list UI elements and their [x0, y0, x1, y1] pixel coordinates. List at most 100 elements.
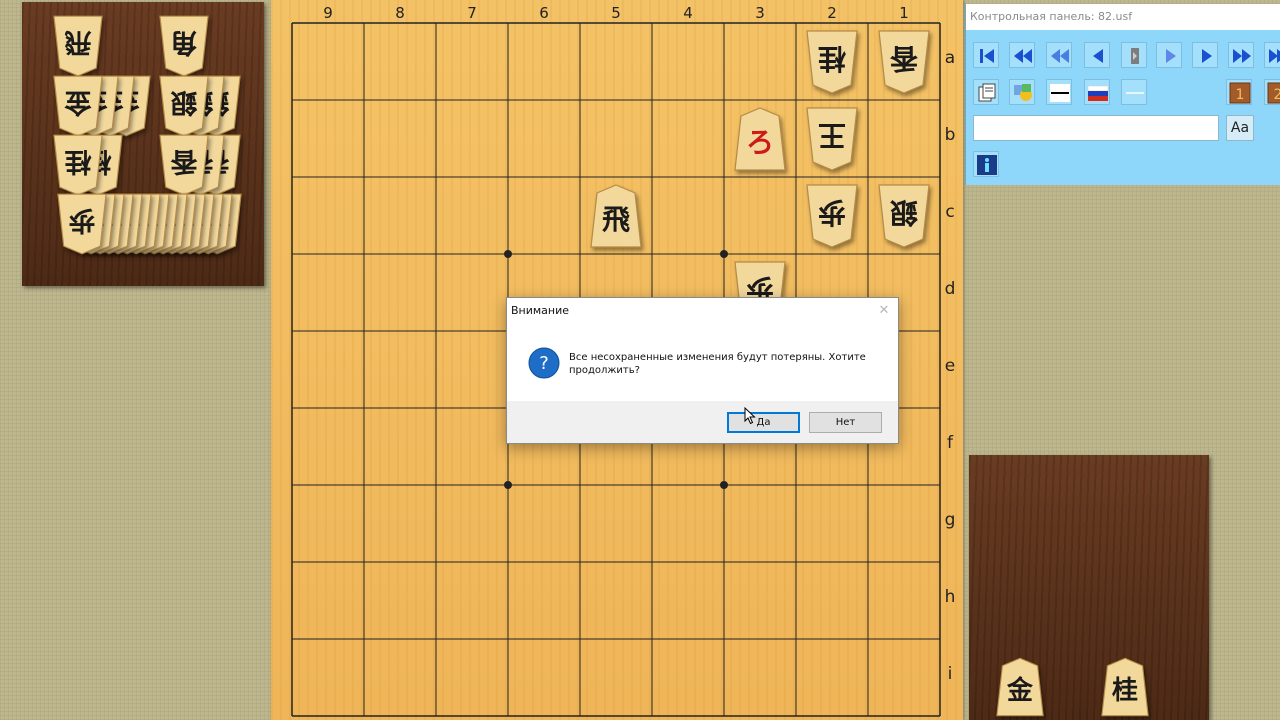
dialog-title: Внимание: [511, 304, 570, 317]
close-icon[interactable]: ✕: [873, 301, 895, 321]
info-button[interactable]: [973, 151, 999, 177]
star-point: [720, 250, 728, 258]
piece-label: 銀: [170, 86, 197, 117]
forward-fast-icon: [1233, 49, 1251, 63]
rank-label: d: [944, 278, 956, 299]
file-label: 4: [683, 4, 693, 22]
board-piece[interactable]: 王: [805, 106, 859, 172]
svg-text:2: 2: [1274, 87, 1280, 103]
board-piece[interactable]: ろ: [733, 106, 787, 172]
board-piece[interactable]: 銀: [877, 183, 931, 249]
piece-label: 香: [170, 145, 197, 176]
rank-label: b: [944, 124, 956, 145]
play-icon: [1166, 49, 1176, 63]
move-1-icon: 1: [1229, 82, 1251, 104]
russian-flag-icon: [1087, 85, 1109, 101]
question-icon: ?: [528, 347, 560, 379]
minus-button[interactable]: [1121, 79, 1147, 105]
last-icon: [1269, 49, 1280, 63]
line-button[interactable]: [1046, 79, 1072, 105]
flip-button[interactable]: [1121, 42, 1147, 68]
rank-label: c: [945, 201, 955, 222]
confirm-dialog: Внимание ✕ ? Все несохраненные изменения…: [506, 297, 899, 444]
rank-label: h: [944, 586, 956, 607]
star-point: [504, 250, 512, 258]
back-icon: [1093, 49, 1103, 63]
file-label: 2: [827, 4, 837, 22]
line-icon: [1050, 84, 1070, 102]
back-variation-button[interactable]: [1046, 42, 1072, 68]
piece-label: 銀: [890, 196, 918, 229]
piece-label: 桂: [818, 42, 846, 75]
hand-piece[interactable]: 桂: [1100, 656, 1150, 718]
piece-label: 飛: [602, 203, 630, 236]
info-icon: [977, 155, 997, 175]
hand-piece[interactable]: 歩: [56, 192, 108, 256]
board-piece[interactable]: 桂: [805, 29, 859, 95]
file-label: 3: [755, 4, 765, 22]
move-2-button[interactable]: 2: [1264, 79, 1280, 105]
file-label: 5: [611, 4, 621, 22]
star-point: [720, 481, 728, 489]
first-icon: [980, 49, 994, 63]
first-button[interactable]: [973, 42, 999, 68]
file-label: 1: [899, 4, 909, 22]
back-fast-button[interactable]: [1009, 42, 1035, 68]
notes-icon: [978, 83, 996, 102]
board-piece[interactable]: 歩: [805, 183, 859, 249]
flip-icon: [1131, 48, 1139, 64]
russian-flag-button[interactable]: [1084, 79, 1110, 105]
piece-label: ろ: [746, 126, 774, 159]
last-button[interactable]: [1264, 42, 1280, 68]
forward-icon: [1202, 49, 1212, 63]
dialog-message: Все несохраненные изменения будут потеря…: [569, 352, 866, 376]
yes-button[interactable]: Да: [727, 412, 800, 433]
comment-input[interactable]: [973, 115, 1219, 141]
board-piece[interactable]: 香: [877, 29, 931, 95]
piece-label: 角: [171, 26, 198, 58]
piece-label: 金: [63, 86, 92, 118]
piece-label: 歩: [818, 196, 846, 229]
notes-button[interactable]: [973, 79, 999, 105]
forward-button[interactable]: [1192, 42, 1218, 68]
file-label: 6: [539, 4, 549, 22]
control-panel: Контрольная панель: 82.usf 1 2 Aa: [965, 4, 1280, 185]
hand-piece[interactable]: 金: [52, 74, 104, 138]
hand-piece[interactable]: 銀: [158, 74, 210, 138]
rank-label: e: [944, 355, 956, 376]
star-point: [504, 481, 512, 489]
svg-text:?: ?: [539, 353, 549, 374]
shapes-icon: [1014, 84, 1032, 101]
rank-label: i: [947, 663, 953, 684]
back-fast-icon: [1014, 49, 1032, 63]
hand-piece[interactable]: 桂: [52, 133, 104, 197]
piece-label: 桂: [64, 145, 91, 176]
piece-label: 歩: [68, 204, 95, 235]
forward-fast-button[interactable]: [1228, 42, 1254, 68]
piece-label: 飛: [64, 26, 91, 57]
file-label: 8: [395, 4, 405, 22]
play-button[interactable]: [1156, 42, 1182, 68]
no-button[interactable]: Нет: [809, 412, 882, 433]
board-piece[interactable]: 飛: [589, 183, 643, 249]
hand-piece[interactable]: 香: [158, 133, 210, 197]
shapes-button[interactable]: [1009, 79, 1035, 105]
move-1-button[interactable]: 1: [1226, 79, 1252, 105]
minus-icon: [1126, 92, 1144, 94]
file-label: 9: [323, 4, 333, 22]
piece-label: 香: [890, 42, 918, 75]
piece-label: 王: [818, 119, 846, 152]
back-variation-icon: [1051, 49, 1069, 63]
mouse-cursor-icon: [744, 407, 756, 425]
piece-label: 金: [1006, 675, 1034, 706]
hand-piece[interactable]: 金: [995, 656, 1045, 718]
move-2-icon: 2: [1267, 82, 1280, 104]
hand-piece[interactable]: 飛: [52, 14, 104, 78]
back-button[interactable]: [1084, 42, 1110, 68]
rank-label: g: [944, 509, 956, 530]
svg-text:1: 1: [1236, 87, 1245, 103]
font-button[interactable]: Aa: [1226, 115, 1254, 141]
rank-label: a: [944, 47, 956, 68]
hand-piece[interactable]: 角: [158, 14, 210, 78]
panel-title: Контрольная панель: 82.usf: [966, 4, 1280, 30]
